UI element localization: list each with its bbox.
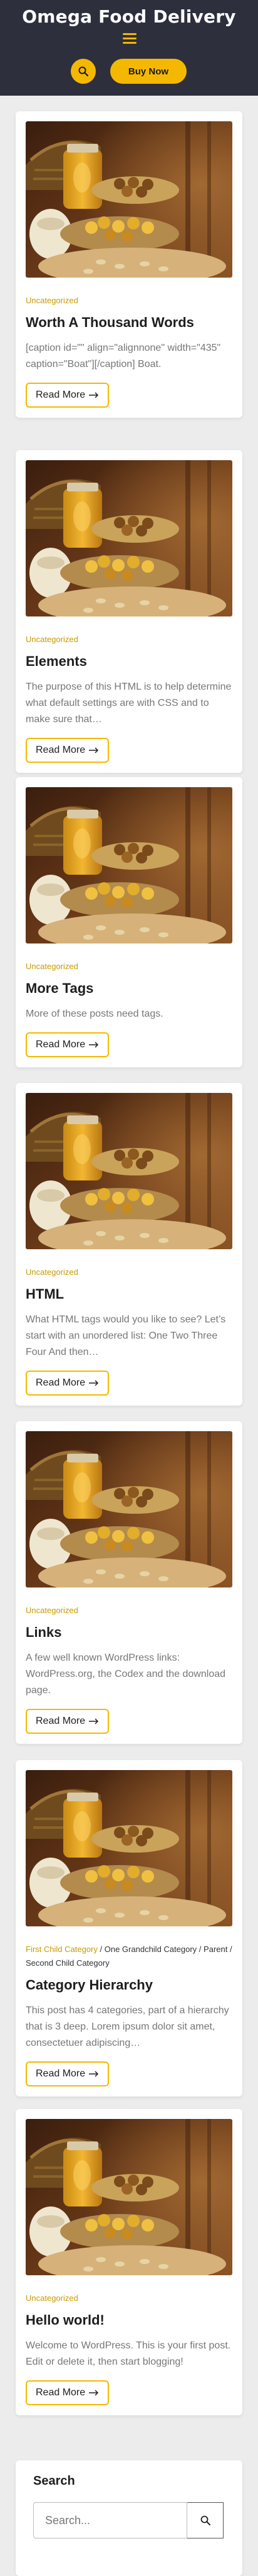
post-thumbnail[interactable]: [26, 2119, 232, 2275]
post-categories: Uncategorized: [26, 960, 232, 974]
read-more-button[interactable]: Read More: [26, 738, 110, 763]
read-more-button[interactable]: Read More: [26, 2380, 110, 2405]
site-title[interactable]: Omega Food Delivery: [0, 0, 258, 27]
category-link[interactable]: Uncategorized: [26, 635, 78, 644]
header-search-button[interactable]: [71, 59, 96, 84]
read-more-label: Read More: [36, 1039, 86, 1050]
post-card: Uncategorized Links A few well known Wor…: [16, 1421, 242, 1744]
hamburger-menu-icon[interactable]: [123, 33, 137, 46]
read-more-label: Read More: [36, 2387, 86, 2398]
post-card: Uncategorized HTML What HTML tags would …: [16, 1083, 242, 1406]
post-excerpt: More of these posts need tags.: [26, 1009, 163, 1019]
post-categories: Uncategorized: [26, 1265, 232, 1279]
post-title[interactable]: More Tags: [26, 980, 232, 997]
post-excerpt: This post has 4 categories, part of a hi…: [26, 2005, 229, 2048]
long-arrow-right-icon: [89, 1380, 99, 1386]
read-more-label: Read More: [36, 745, 86, 755]
read-more-button[interactable]: Read More: [26, 2061, 110, 2086]
search-form: [33, 2502, 225, 2538]
category-link[interactable]: Uncategorized: [26, 296, 78, 305]
post-thumbnail[interactable]: [26, 460, 232, 616]
post-card: Uncategorized More Tags More of these po…: [16, 777, 242, 1067]
search-input[interactable]: [33, 2502, 187, 2538]
search-icon: [78, 66, 88, 76]
read-more-label: Read More: [36, 390, 86, 400]
buy-now-button[interactable]: Buy Now: [110, 59, 187, 84]
read-more-button[interactable]: Read More: [26, 1709, 110, 1734]
long-arrow-right-icon: [89, 747, 99, 753]
search-icon: [200, 2515, 210, 2525]
long-arrow-right-icon: [89, 2390, 99, 2396]
long-arrow-right-icon: [89, 1718, 99, 1724]
search-submit-button[interactable]: [187, 2502, 224, 2538]
post-card: First Child Category / One Grandchild Ca…: [16, 1760, 242, 2096]
read-more-label: Read More: [36, 1377, 86, 1388]
post-excerpt: A few well known WordPress links: WordPr…: [26, 1653, 226, 1696]
post-excerpt: What HTML tags would you like to see? Le…: [26, 1314, 226, 1357]
read-more-button[interactable]: Read More: [26, 383, 110, 408]
post-excerpt: [caption id="" align="alignnone" width="…: [26, 343, 221, 370]
post-categories: Uncategorized: [26, 633, 232, 647]
posts-list: Uncategorized Worth A Thousand Words [ca…: [0, 96, 258, 2576]
read-more-button[interactable]: Read More: [26, 1032, 110, 1057]
post-thumbnail[interactable]: [26, 1431, 232, 1587]
post-title[interactable]: Links: [26, 1624, 232, 1641]
post-card: Uncategorized Elements The purpose of th…: [16, 450, 242, 773]
category-link[interactable]: Uncategorized: [26, 1606, 78, 1615]
long-arrow-right-icon: [89, 1042, 99, 1048]
category-link[interactable]: Uncategorized: [26, 1267, 78, 1277]
post-title[interactable]: Hello world!: [26, 2312, 232, 2329]
post-excerpt: Welcome to WordPress. This is your first…: [26, 2340, 231, 2367]
post-title[interactable]: Category Hierarchy: [26, 1976, 232, 1994]
post-thumbnail[interactable]: [26, 121, 232, 278]
category-link[interactable]: First Child Category: [26, 1945, 98, 1954]
post-categories: Uncategorized: [26, 294, 232, 308]
post-title[interactable]: Worth A Thousand Words: [26, 314, 232, 331]
post-title[interactable]: HTML: [26, 1285, 232, 1303]
read-more-label: Read More: [36, 2068, 86, 2079]
category-link[interactable]: Uncategorized: [26, 2293, 78, 2303]
search-widget-title: Search: [33, 2474, 75, 2488]
category-link[interactable]: One Grandchild Category: [105, 1945, 197, 1954]
post-card: Uncategorized Hello world! Welcome to Wo…: [16, 2109, 242, 2415]
site-header: Omega Food Delivery Buy Now: [0, 0, 258, 96]
post-card: Uncategorized Worth A Thousand Words [ca…: [16, 111, 242, 418]
post-thumbnail[interactable]: [26, 1093, 232, 1249]
post-thumbnail[interactable]: [26, 1770, 232, 1926]
long-arrow-right-icon: [89, 392, 99, 398]
long-arrow-right-icon: [89, 2071, 99, 2077]
category-link[interactable]: Parent: [204, 1945, 227, 1954]
read-more-label: Read More: [36, 1716, 86, 1726]
category-link[interactable]: Second Child Category: [26, 1958, 110, 1968]
search-widget: Search: [16, 2460, 242, 2576]
header-actions: Buy Now: [71, 59, 187, 84]
read-more-button[interactable]: Read More: [26, 1371, 110, 1396]
post-title[interactable]: Elements: [26, 653, 232, 670]
post-categories: First Child Category / One Grandchild Ca…: [26, 1945, 232, 1968]
category-link[interactable]: Uncategorized: [26, 962, 78, 971]
post-categories: Uncategorized: [26, 2292, 232, 2305]
post-categories: Uncategorized: [26, 1604, 232, 1618]
post-thumbnail[interactable]: [26, 787, 232, 943]
post-excerpt: The purpose of this HTML is to help dete…: [26, 682, 232, 725]
